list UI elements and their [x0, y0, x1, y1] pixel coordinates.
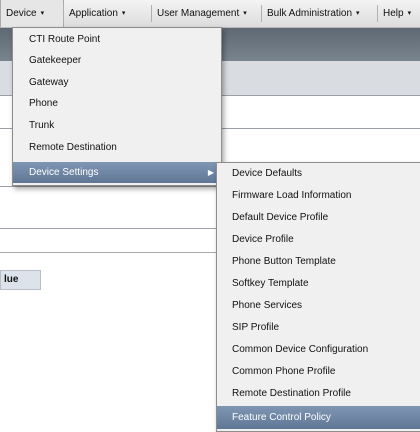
menu-item-label: Phone Button Template: [232, 256, 336, 267]
menu-label: Device: [6, 8, 37, 19]
menu-label: Application: [69, 8, 118, 19]
menu-item-device-profile[interactable]: Device Profile: [217, 229, 420, 251]
menu-item-device-defaults[interactable]: Device Defaults: [217, 163, 420, 185]
menu-label: User Management: [157, 8, 240, 19]
main-menubar: Device ▾ Application ▾ User Management ▾ Bu…: [0, 0, 420, 28]
menu-device[interactable]: Device ▾: [6, 0, 44, 27]
menu-separator: [151, 5, 152, 22]
menu-separator: [63, 5, 64, 22]
menu-item-gateway[interactable]: Gateway: [13, 73, 221, 93]
chevron-down-icon: ▾: [356, 10, 360, 17]
menu-item-trunk[interactable]: Trunk: [13, 116, 221, 136]
menu-item-common-device-configuration[interactable]: Common Device Configuration: [217, 339, 420, 361]
chevron-down-icon: ▾: [243, 10, 247, 17]
menu-item-label: Remote Destination Profile: [232, 388, 351, 399]
menu-item-label: Phone Services: [232, 300, 303, 311]
menu-item-label: Feature Control Policy: [232, 412, 331, 423]
menu-item-device-settings[interactable]: Device Settings ▶: [13, 162, 221, 183]
menu-item-softkey-template[interactable]: Softkey Template: [217, 273, 420, 295]
menu-item-label: Device Profile: [232, 234, 294, 245]
menu-item-remote-destination[interactable]: Remote Destination: [13, 138, 221, 158]
chevron-down-icon: ▾: [121, 10, 126, 17]
table-column-header: lue: [0, 270, 41, 290]
menu-application[interactable]: Application ▾: [69, 0, 125, 27]
menu-item-label: Gateway: [29, 77, 69, 88]
menu-separator: [377, 5, 378, 22]
menu-label: Help: [383, 8, 404, 19]
menu-item-label: Softkey Template: [232, 278, 309, 289]
menu-item-feature-control-policy[interactable]: Feature Control Policy: [217, 406, 420, 429]
menu-item-label: Remote Destination: [29, 142, 117, 153]
menu-item-cti-route-point[interactable]: CTI Route Point: [13, 30, 221, 50]
menu-item-label: Device Defaults: [232, 168, 303, 179]
menu-item-firmware-load-information[interactable]: Firmware Load Information: [217, 185, 420, 207]
menu-bulk-administration[interactable]: Bulk Administration ▾: [267, 0, 360, 27]
menu-item-phone-services[interactable]: Phone Services: [217, 295, 420, 317]
menu-item-common-phone-profile[interactable]: Common Phone Profile: [217, 361, 420, 383]
chevron-down-icon: ▾: [407, 10, 412, 17]
menu-item-label: Trunk: [29, 120, 55, 131]
chevron-down-icon: ▾: [40, 10, 45, 17]
submenu-arrow-icon: ▶: [207, 168, 214, 177]
menu-item-gatekeeper[interactable]: Gatekeeper: [13, 51, 221, 71]
menu-item-phone[interactable]: Phone: [13, 94, 221, 114]
menu-separator: [261, 5, 262, 22]
menu-item-label: Firmware Load Information: [232, 190, 352, 201]
menu-item-label: Device Settings: [29, 167, 99, 178]
menu-help[interactable]: Help ▾: [383, 0, 411, 27]
menu-item-sip-profile[interactable]: SIP Profile: [217, 317, 420, 339]
menu-item-label: Phone: [29, 98, 58, 109]
menu-item-label: Common Device Configuration: [232, 344, 369, 355]
menu-item-label: CTI Route Point: [29, 34, 101, 45]
menu-item-label: SIP Profile: [232, 322, 280, 333]
menu-user-management[interactable]: User Management ▾: [157, 0, 247, 27]
menu-item-phone-button-template[interactable]: Phone Button Template: [217, 251, 420, 273]
menu-item-label: Default Device Profile: [232, 212, 329, 223]
menu-item-label: Common Phone Profile: [232, 366, 336, 377]
device-settings-submenu: Device Defaults Firmware Load Informatio…: [216, 162, 420, 432]
menu-label: Bulk Administration: [267, 8, 353, 19]
menu-item-remote-destination-profile[interactable]: Remote Destination Profile: [217, 383, 420, 405]
device-menu-dropdown: CTI Route Point Gatekeeper Gateway Phone…: [12, 27, 222, 186]
menu-item-label: Gatekeeper: [29, 55, 82, 66]
menu-item-default-device-profile[interactable]: Default Device Profile: [217, 207, 420, 229]
